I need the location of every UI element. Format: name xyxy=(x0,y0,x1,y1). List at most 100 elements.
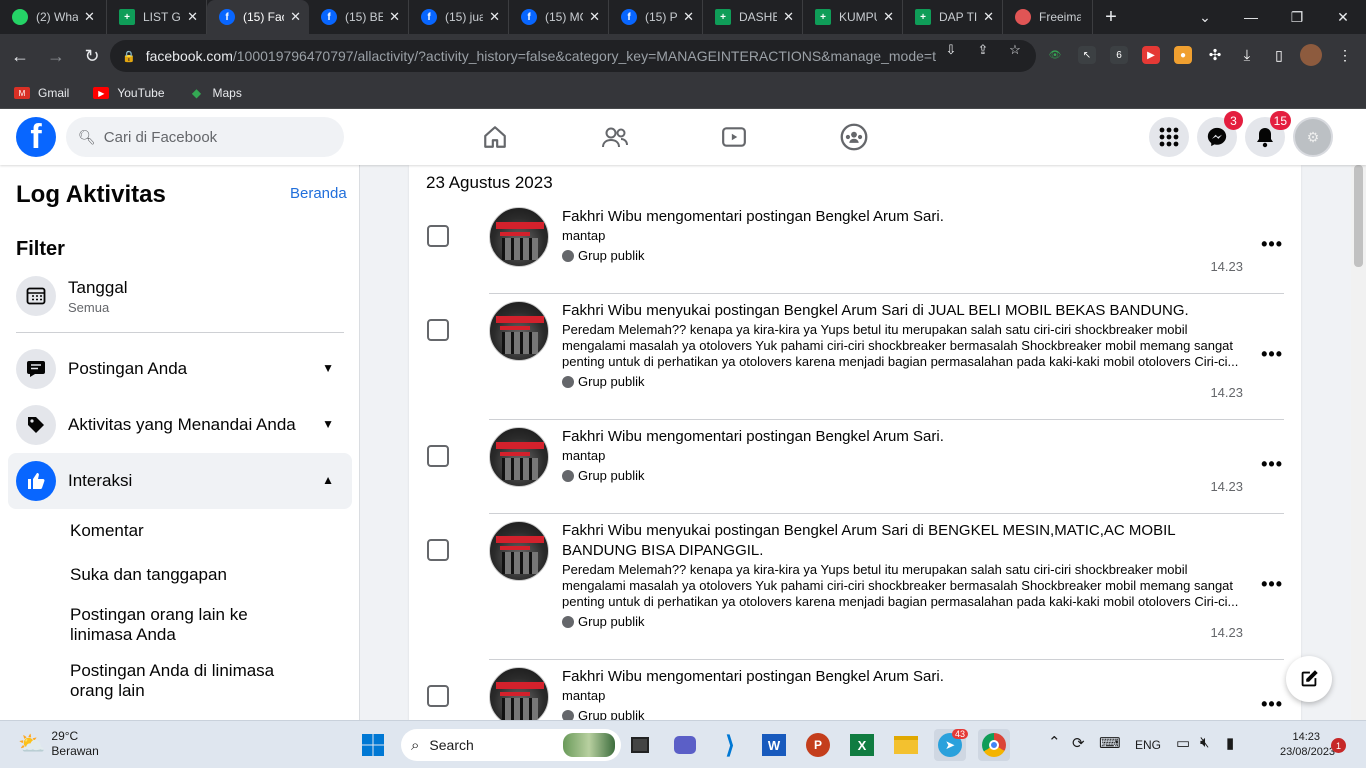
tab-0[interactable]: (2) WhatsApp ✕ xyxy=(0,0,107,34)
share-icon[interactable]: ⇪ xyxy=(975,42,991,58)
notifications-button[interactable]: 15 xyxy=(1245,111,1291,157)
messenger-button[interactable]: 3 xyxy=(1197,111,1243,157)
select-checkbox[interactable] xyxy=(427,685,449,707)
select-checkbox[interactable] xyxy=(427,539,449,561)
tab-5[interactable]: f (15) MOBIL ✕ xyxy=(509,0,609,34)
keyboard-icon[interactable]: ⌨ xyxy=(1099,734,1121,752)
filter-date[interactable]: Tanggal Semua xyxy=(8,268,352,324)
close-tab-icon[interactable]: ✕ xyxy=(883,9,894,25)
network-icon[interactable]: ▭ xyxy=(1176,734,1190,752)
extension-cursor-icon[interactable]: ↖ xyxy=(1078,46,1096,64)
close-tab-icon[interactable]: ✕ xyxy=(389,9,400,25)
target-page-name[interactable]: Bengkel Arum Sari xyxy=(815,428,939,445)
tab-6[interactable]: f (15) Pasar ✕ xyxy=(609,0,703,34)
tab-4[interactable]: f (15) jual ✕ xyxy=(409,0,509,34)
close-tab-icon[interactable]: ✕ xyxy=(783,9,794,25)
tab-1[interactable]: + LIST GROUP ✕ xyxy=(107,0,207,34)
actor-name[interactable]: Fakhri Wibu xyxy=(562,302,642,319)
downloads-icon[interactable]: ⤓ xyxy=(1238,46,1256,64)
side-panel-icon[interactable]: ▯ xyxy=(1270,46,1288,64)
more-options-icon[interactable]: ••• xyxy=(1261,694,1283,715)
word-icon[interactable]: W xyxy=(758,729,790,761)
extensions-puzzle-icon[interactable]: ✣ xyxy=(1206,46,1224,64)
bookmark-youtube[interactable]: ▶ YouTube xyxy=(93,86,165,100)
actor-name[interactable]: Fakhri Wibu xyxy=(562,428,642,445)
start-button[interactable] xyxy=(357,729,389,761)
extension-6-icon[interactable]: 6 xyxy=(1110,46,1128,64)
section-interactions[interactable]: Interaksi ▲ xyxy=(8,453,352,509)
target-page-name[interactable]: Bengkel Arum Sari xyxy=(784,522,908,539)
extension-cookie-icon[interactable]: ● xyxy=(1174,46,1192,64)
close-tab-icon[interactable]: ✕ xyxy=(589,9,600,25)
section-tagged-activity[interactable]: Aktivitas yang Menandai Anda ▼ xyxy=(8,397,352,453)
nav-groups[interactable] xyxy=(798,109,910,165)
account-avatar[interactable]: ⚙ xyxy=(1293,117,1333,157)
excel-icon[interactable]: X xyxy=(846,729,878,761)
close-tab-icon[interactable]: ✕ xyxy=(489,9,500,25)
tab-3[interactable]: f (15) BENGKEL ✕ xyxy=(309,0,409,34)
post-thumbnail[interactable] xyxy=(489,521,549,581)
chrome-menu-icon[interactable]: ⋮ xyxy=(1336,46,1354,64)
more-options-icon[interactable]: ••• xyxy=(1261,574,1283,595)
tab-7[interactable]: + DASHBOARD ✕ xyxy=(703,0,803,34)
address-bar[interactable]: 🔒 facebook.com/100019796470797/allactivi… xyxy=(110,40,1036,72)
more-options-icon[interactable]: ••• xyxy=(1261,454,1283,475)
powerpoint-icon[interactable]: P xyxy=(802,729,834,761)
post-thumbnail[interactable] xyxy=(489,427,549,487)
post-thumbnail[interactable] xyxy=(489,301,549,361)
actor-name[interactable]: Fakhri Wibu xyxy=(562,668,642,685)
page-scrollbar[interactable] xyxy=(1351,165,1366,720)
nav-watch[interactable] xyxy=(678,109,790,165)
system-clock[interactable]: 14:23 23/08/2023 xyxy=(1280,730,1335,760)
menu-grid-button[interactable] xyxy=(1149,117,1189,157)
telegram-icon[interactable]: ➤ 43 xyxy=(934,729,968,761)
bookmark-star-icon[interactable]: ☆ xyxy=(1007,42,1023,58)
volume-mute-icon[interactable]: 🔇︎ xyxy=(1200,734,1209,751)
scrollbar-thumb[interactable] xyxy=(1354,165,1363,267)
select-checkbox[interactable] xyxy=(427,225,449,247)
close-tab-icon[interactable]: ✕ xyxy=(683,9,694,25)
close-tab-icon[interactable]: ✕ xyxy=(983,9,994,25)
tab-search-chevron-icon[interactable]: ⌄ xyxy=(1182,0,1228,34)
group-name[interactable]: JUAL BELI MOBIL BEKAS BANDUNG xyxy=(928,302,1184,319)
tab-8[interactable]: + KUMPULAN ✕ xyxy=(803,0,903,34)
post-thumbnail[interactable] xyxy=(489,207,549,267)
bookmark-maps[interactable]: ◆ Maps xyxy=(189,86,242,100)
file-explorer-icon[interactable] xyxy=(890,729,922,761)
task-view-icon[interactable] xyxy=(624,729,656,761)
more-options-icon[interactable]: ••• xyxy=(1261,234,1283,255)
home-link[interactable]: Beranda xyxy=(290,185,347,202)
nav-home[interactable] xyxy=(439,109,551,165)
target-page-name[interactable]: Bengkel Arum Sari xyxy=(815,668,939,685)
select-checkbox[interactable] xyxy=(427,445,449,467)
extension-eye-icon[interactable]: 👁 xyxy=(1046,46,1064,64)
notification-count-badge[interactable]: 1 xyxy=(1331,738,1346,753)
reload-button[interactable]: ↻ xyxy=(76,40,108,72)
profile-avatar-icon[interactable] xyxy=(1300,44,1322,66)
close-window-button[interactable]: ✕ xyxy=(1320,0,1366,34)
target-page-name[interactable]: Bengkel Arum Sari xyxy=(784,302,908,319)
bookmark-gmail[interactable]: M Gmail xyxy=(14,86,69,100)
facebook-logo[interactable]: f xyxy=(16,117,56,157)
more-options-icon[interactable]: ••• xyxy=(1261,344,1283,365)
battery-icon[interactable]: ▮ xyxy=(1226,734,1234,752)
subitem-comments[interactable]: Komentar xyxy=(70,521,310,541)
back-button[interactable]: ← xyxy=(4,40,36,72)
tab-10[interactable]: Freeimage xyxy=(1003,0,1093,34)
chrome-icon[interactable] xyxy=(978,729,1010,761)
taskbar-search[interactable]: ⌕ Search xyxy=(401,729,621,761)
vscode-icon[interactable]: ⟩ xyxy=(714,729,746,761)
subitem-likes-reactions[interactable]: Suka dan tanggapan xyxy=(70,565,310,585)
minimize-button[interactable]: — xyxy=(1228,0,1274,34)
actor-name[interactable]: Fakhri Wibu xyxy=(562,522,642,539)
section-your-posts[interactable]: Postingan Anda ▼ xyxy=(8,341,352,397)
actor-name[interactable]: Fakhri Wibu xyxy=(562,208,642,225)
nav-friends[interactable] xyxy=(559,109,671,165)
subitem-your-posts-on-others-timeline[interactable]: Postingan Anda di linimasa orang lain xyxy=(70,661,310,701)
meet-icon[interactable] xyxy=(669,729,701,761)
sync-icon[interactable]: ⟳ xyxy=(1072,734,1085,752)
close-tab-icon[interactable]: ✕ xyxy=(290,9,301,25)
tab-9[interactable]: + DAP TIM ✕ xyxy=(903,0,1003,34)
subitem-others-posts-on-timeline[interactable]: Postingan orang lain ke linimasa Anda xyxy=(70,605,310,645)
tray-chevron-icon[interactable]: ⌃ xyxy=(1048,733,1061,751)
